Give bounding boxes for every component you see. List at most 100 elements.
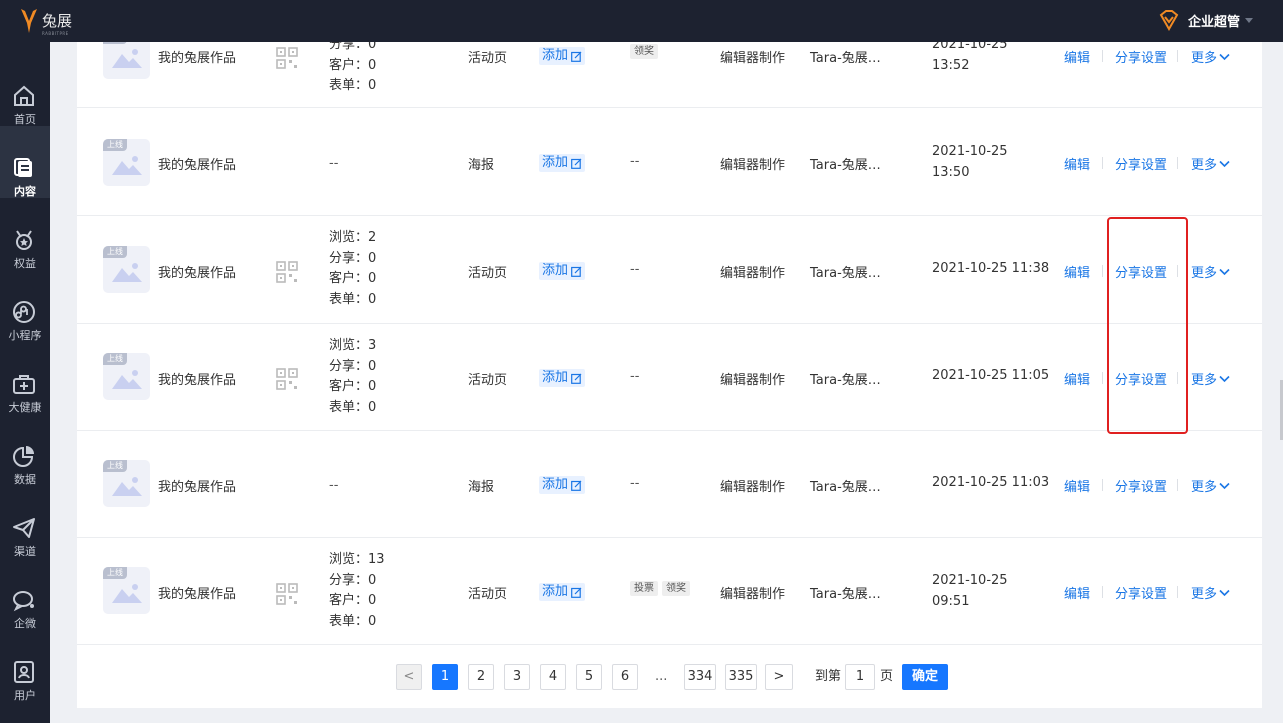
stat-line: 浏览：3 [329,338,377,353]
more-dropdown[interactable]: 更多 [1191,369,1230,388]
work-thumbnail[interactable]: 上线 [103,567,150,614]
more-dropdown[interactable]: 更多 [1191,47,1230,66]
qr-code-icon[interactable] [276,261,298,283]
qr-code-icon[interactable] [276,368,298,390]
edit-link[interactable]: 编辑 [1064,262,1090,281]
stat-line: 客户：0 [329,271,377,286]
sidebar-item-mini-program[interactable]: 小程序 [0,270,50,342]
page-button[interactable]: 335 [725,664,757,690]
stat-line: 表单：0 [329,291,377,307]
goto-page-input[interactable]: 1 [845,664,875,690]
stats-empty: -- [329,156,339,171]
work-thumbnail[interactable]: 上线 [103,460,150,507]
work-name[interactable]: 我的兔展作品 [158,47,236,66]
page-button[interactable]: 2 [468,664,494,690]
user-name: 企业超管 [1187,14,1240,30]
add-button[interactable]: 添加 [539,369,586,387]
sidebar-item-channel[interactable]: 渠道 [0,486,50,558]
share-settings-link[interactable]: 分享设置 [1115,476,1167,495]
edit-square-icon [571,266,582,277]
edit-link[interactable]: 编辑 [1064,47,1090,66]
sidebar-item-wecom[interactable]: 企微 [0,558,50,630]
share-settings-link[interactable]: 分享设置 [1115,47,1167,66]
time-line: 2021-10-25 11:03 [932,475,1050,490]
sidebar-item-users[interactable]: 用户 [0,630,50,702]
work-name[interactable]: 我的兔展作品 [158,369,236,388]
share-settings-link[interactable]: 分享设置 [1115,583,1167,602]
work-name[interactable]: 我的兔展作品 [158,476,236,495]
chevron-down-icon [1219,375,1230,382]
add-label: 添加 [542,48,569,63]
top-bar: 兔展 RABBITPRE 企业超管 [0,0,1283,42]
add-button[interactable]: 添加 [539,476,586,494]
page-button[interactable]: 4 [540,664,566,690]
qr-code-icon[interactable] [276,583,298,605]
sidebar-item-benefits[interactable]: 权益 [0,198,50,270]
edit-square-icon [571,158,582,169]
image-placeholder-icon [112,370,142,389]
stat-line: 客户：0 [329,379,377,394]
stats-list: 分享：0 客户：0 表单：0 [329,35,376,97]
chat-bubble-icon [13,591,34,612]
page-button[interactable]: 3 [504,664,530,690]
stats-list: 浏览：13 分享：0 客户：0 表单：0 [329,550,385,632]
work-name[interactable]: 我的兔展作品 [158,262,236,281]
work-thumbnail[interactable]: 上线 [103,353,150,400]
divider [1102,479,1103,491]
time-line: 2021-10-25 11:38 [932,261,1050,276]
page-button[interactable]: 334 [684,664,716,690]
chevron-down-icon [1219,160,1230,167]
medical-kit-icon [13,375,35,394]
creation-method: 编辑器制作 [720,373,786,388]
work-type: 海报 [468,480,495,495]
add-label: 添加 [542,370,569,385]
add-button[interactable]: 添加 [539,154,586,172]
edit-link[interactable]: 编辑 [1064,154,1090,173]
share-settings-link[interactable]: 分享设置 [1115,154,1167,173]
more-dropdown[interactable]: 更多 [1191,583,1230,602]
qr-code-icon[interactable] [276,47,298,69]
next-page-button[interactable]: > [765,664,793,690]
stat-line: 客户：0 [329,593,377,608]
content-icon [14,158,32,177]
more-label: 更多 [1191,158,1218,173]
creation-method: 编辑器制作 [720,51,786,66]
time-line: 2021-10-25 [932,144,1008,159]
brand-logo[interactable]: 兔展 RABBITPRE [18,7,72,36]
add-label: 添加 [542,155,569,170]
tag-chip: 投票 [630,581,658,596]
goto-suffix: 页 [880,669,894,684]
edit-link[interactable]: 编辑 [1064,369,1090,388]
sidebar-item-data[interactable]: 数据 [0,414,50,486]
work-thumbnail[interactable]: 上线 [103,139,150,186]
stats-empty: -- [329,478,339,493]
more-dropdown[interactable]: 更多 [1191,262,1230,281]
more-dropdown[interactable]: 更多 [1191,154,1230,173]
confirm-button[interactable]: 确定 [902,664,948,690]
work-name[interactable]: 我的兔展作品 [158,583,236,602]
sidebar-item-home[interactable]: 首页 [0,54,50,126]
work-name[interactable]: 我的兔展作品 [158,154,236,173]
time-line: 09:51 [932,593,970,609]
prev-page-button[interactable]: < [396,664,422,690]
edit-link[interactable]: 编辑 [1064,476,1090,495]
edit-link[interactable]: 编辑 [1064,583,1090,602]
more-dropdown[interactable]: 更多 [1191,476,1230,495]
goto-label: 到第 [815,669,842,684]
user-menu[interactable]: 企业超管 [1158,9,1253,31]
add-button[interactable]: 添加 [539,262,586,280]
home-icon [14,85,34,106]
page-button[interactable]: 1 [432,664,458,690]
image-placeholder-icon [112,477,142,496]
work-thumbnail[interactable]: 上线 [103,246,150,293]
add-button[interactable]: 添加 [539,47,586,65]
page-button[interactable]: 5 [576,664,602,690]
divider [1102,372,1103,384]
stat-line: 表单：0 [329,399,377,415]
sidebar-item-health[interactable]: 大健康 [0,342,50,414]
add-button[interactable]: 添加 [539,583,586,601]
page-ellipsis[interactable]: ... [655,664,667,690]
sidebar-item-content[interactable]: 内容 [0,126,50,198]
page-button[interactable]: 6 [612,664,638,690]
sidebar-item-label: 内容 [14,185,36,198]
